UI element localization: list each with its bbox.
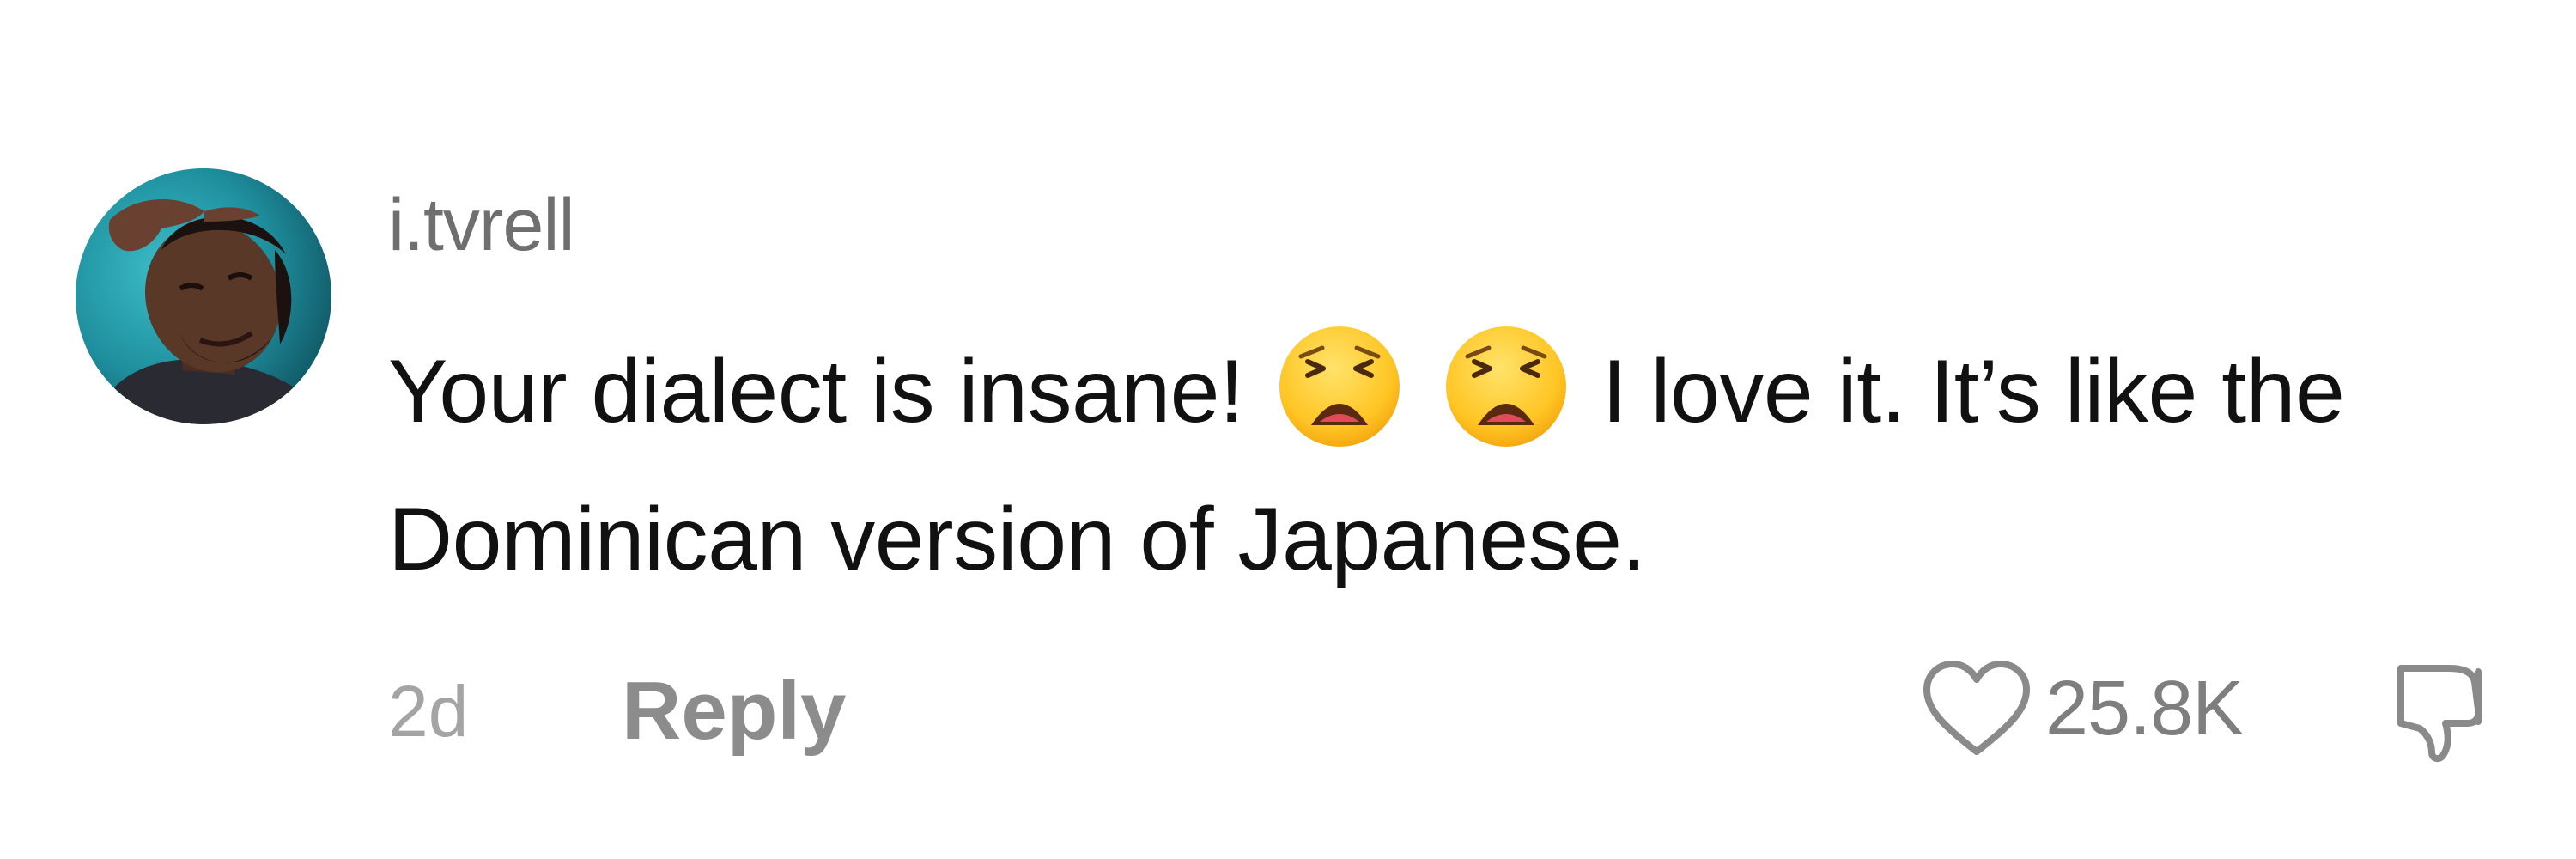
username[interactable]: i.tvrell bbox=[388, 182, 575, 268]
weary-face-emoji bbox=[1442, 322, 1571, 451]
reply-button[interactable]: Reply bbox=[622, 665, 846, 758]
comment-text-part1: Your dialect is insane! bbox=[388, 342, 1244, 442]
like-count: 25.8K bbox=[2045, 666, 2244, 752]
comment-actions: 2d Reply 25.8K bbox=[0, 653, 2576, 765]
weary-face-emoji bbox=[1275, 322, 1404, 451]
heart-icon[interactable] bbox=[1920, 657, 2033, 760]
comment-item: i.tvrell Your dialect is insane! I love … bbox=[0, 0, 2576, 859]
like-button[interactable]: 25.8K bbox=[1920, 653, 2244, 765]
avatar-image bbox=[76, 168, 331, 424]
thumbs-down-icon[interactable] bbox=[2389, 656, 2492, 768]
timestamp: 2d bbox=[388, 671, 469, 752]
avatar[interactable] bbox=[76, 168, 331, 424]
comment-text: Your dialect is insane! I love it. It’s … bbox=[388, 318, 2466, 613]
